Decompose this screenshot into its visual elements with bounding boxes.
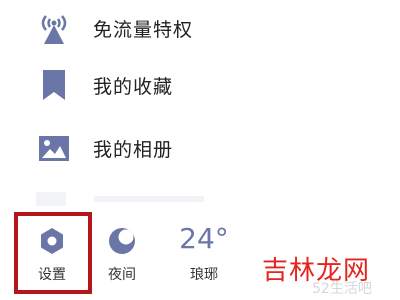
moon-icon xyxy=(107,226,137,256)
menu-item-label: 免流量特权 xyxy=(93,18,194,41)
hidden-menu-item xyxy=(36,188,236,208)
menu-item-label: 我的相册 xyxy=(93,138,174,161)
watermark-subtext: 52生活吧 xyxy=(312,281,372,297)
city-label: 琅琊 xyxy=(190,267,218,283)
weather-widget[interactable]: 24° 琅琊 xyxy=(174,220,234,290)
side-menu-screen: 免流量特权 我的收藏 我的相册 设置 夜间 24° 琅琊 吉林龙网 52生活吧 xyxy=(0,0,400,300)
highlight-box xyxy=(14,212,92,294)
bookmark-icon xyxy=(36,67,72,103)
temperature-value: 24° xyxy=(179,222,229,255)
menu-item-favorites[interactable]: 我的收藏 xyxy=(0,57,260,113)
night-mode-label: 夜间 xyxy=(108,267,136,283)
menu-item-label: 我的收藏 xyxy=(93,75,174,98)
broadcast-tower-icon xyxy=(36,10,72,46)
picture-icon xyxy=(36,130,72,166)
menu-item-free-data[interactable]: 免流量特权 xyxy=(0,0,260,56)
night-mode-button[interactable]: 夜间 xyxy=(92,220,152,290)
menu-item-album[interactable]: 我的相册 xyxy=(0,120,260,176)
